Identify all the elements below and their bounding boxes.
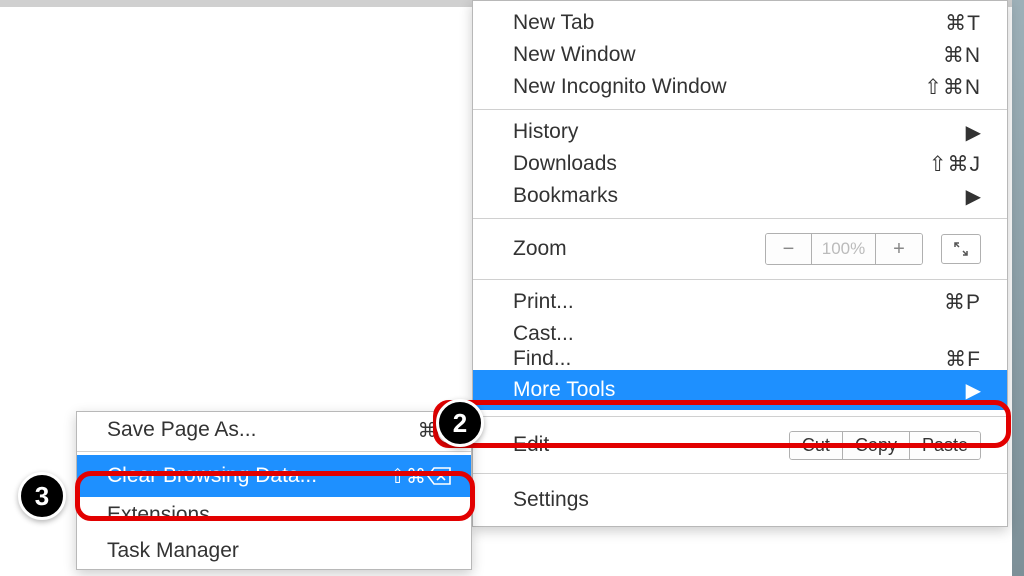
menu-settings[interactable]: Settings [473,480,1007,520]
menu-label: Find... [513,350,945,370]
menu-print[interactable]: Print... ⌘P [473,286,1007,318]
shortcut: ⌘P [944,290,981,315]
menu-cast[interactable]: Cast... [473,318,1007,350]
menu-more-tools[interactable]: More Tools ▶ [473,370,1007,410]
submenu-arrow-icon: ▶ [966,378,981,403]
shortcut: ⌘F [945,350,981,370]
zoom-label: Zoom [513,237,765,261]
menu-label: New Incognito Window [513,75,924,99]
menu-find[interactable]: Find... ⌘F [473,350,1007,370]
annotation-badge-2: 2 [436,399,484,447]
menu-label: Downloads [513,152,929,176]
shortcut: ⌘T [945,11,981,36]
menu-new-tab[interactable]: New Tab ⌘T [473,7,1007,39]
menu-downloads[interactable]: Downloads ⇧⌘J [473,148,1007,180]
submenu-arrow-icon: ▶ [966,120,981,145]
desktop-strip [1012,0,1024,576]
menu-label: Print... [513,290,944,314]
zoom-in-button[interactable]: + [876,234,922,264]
submenu-label: Task Manager [107,539,451,563]
cut-button[interactable]: Cut [789,431,843,460]
zoom-out-button[interactable]: − [766,234,812,264]
shortcut: ⇧⌘N [924,75,981,100]
fullscreen-icon [953,241,969,257]
menu-label: Bookmarks [513,184,966,208]
shortcut: ⌘N [943,43,981,68]
menu-new-incognito[interactable]: New Incognito Window ⇧⌘N [473,71,1007,103]
submenu-task-manager[interactable]: Task Manager [77,533,471,569]
menu-label: Settings [513,488,981,512]
paste-button[interactable]: Paste [909,431,981,460]
menu-bookmarks[interactable]: Bookmarks ▶ [473,180,1007,212]
zoom-control: − 100% + [765,233,923,265]
submenu-label: Clear Browsing Data... [107,464,389,488]
fullscreen-button[interactable] [941,234,981,264]
menu-label: New Window [513,43,943,67]
shortcut: ⇧⌘ [389,464,451,489]
edit-label: Edit [513,433,789,457]
menu-zoom: Zoom − 100% + [473,225,1007,273]
copy-button[interactable]: Copy [842,431,910,460]
annotation-badge-3: 3 [18,472,66,520]
more-tools-submenu: Save Page As... ⌘S Clear Browsing Data..… [76,411,472,570]
shortcut: ⇧⌘J [929,152,981,177]
separator [77,451,471,452]
menu-label: More Tools [513,378,966,402]
delete-icon [427,467,451,485]
edit-buttons: Cut Copy Paste [789,431,981,460]
submenu-clear-browsing-data[interactable]: Clear Browsing Data... ⇧⌘ [77,455,471,497]
menu-new-window[interactable]: New Window ⌘N [473,39,1007,71]
zoom-value: 100% [812,234,876,264]
submenu-label: Extensions [107,503,451,527]
menu-label: New Tab [513,11,945,35]
submenu-save-page[interactable]: Save Page As... ⌘S [77,412,471,448]
menu-history[interactable]: History ▶ [473,116,1007,148]
submenu-arrow-icon: ▶ [966,184,981,209]
submenu-extensions[interactable]: Extensions [77,497,471,533]
menu-label: History [513,120,966,144]
chrome-main-menu: New Tab ⌘T New Window ⌘N New Incognito W… [472,0,1008,527]
menu-label: Cast... [513,322,981,346]
submenu-label: Save Page As... [107,418,418,442]
menu-edit: Edit Cut Copy Paste [473,423,1007,467]
